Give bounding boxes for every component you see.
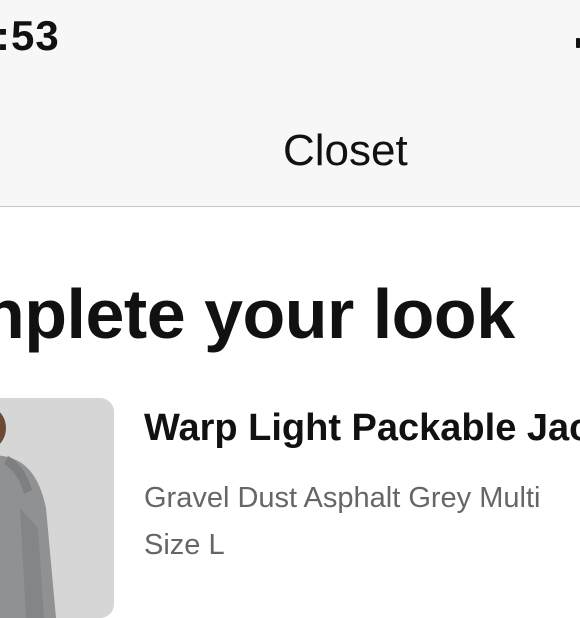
page-title: Closet — [283, 126, 408, 175]
product-title[interactable]: Warp Light Packable Jac — [144, 406, 580, 450]
product-color: Gravel Dust Asphalt Grey Multi — [144, 482, 541, 514]
section-heading: nplete your look — [0, 275, 515, 353]
nav-bar: Closet — [0, 86, 580, 207]
product-photo-icon — [0, 398, 114, 618]
product-image[interactable] — [0, 398, 114, 618]
status-time: :53 — [0, 12, 60, 59]
signal-icon — [576, 38, 580, 48]
status-bar: :53 — [0, 0, 580, 86]
product-size: Size L — [144, 529, 225, 561]
